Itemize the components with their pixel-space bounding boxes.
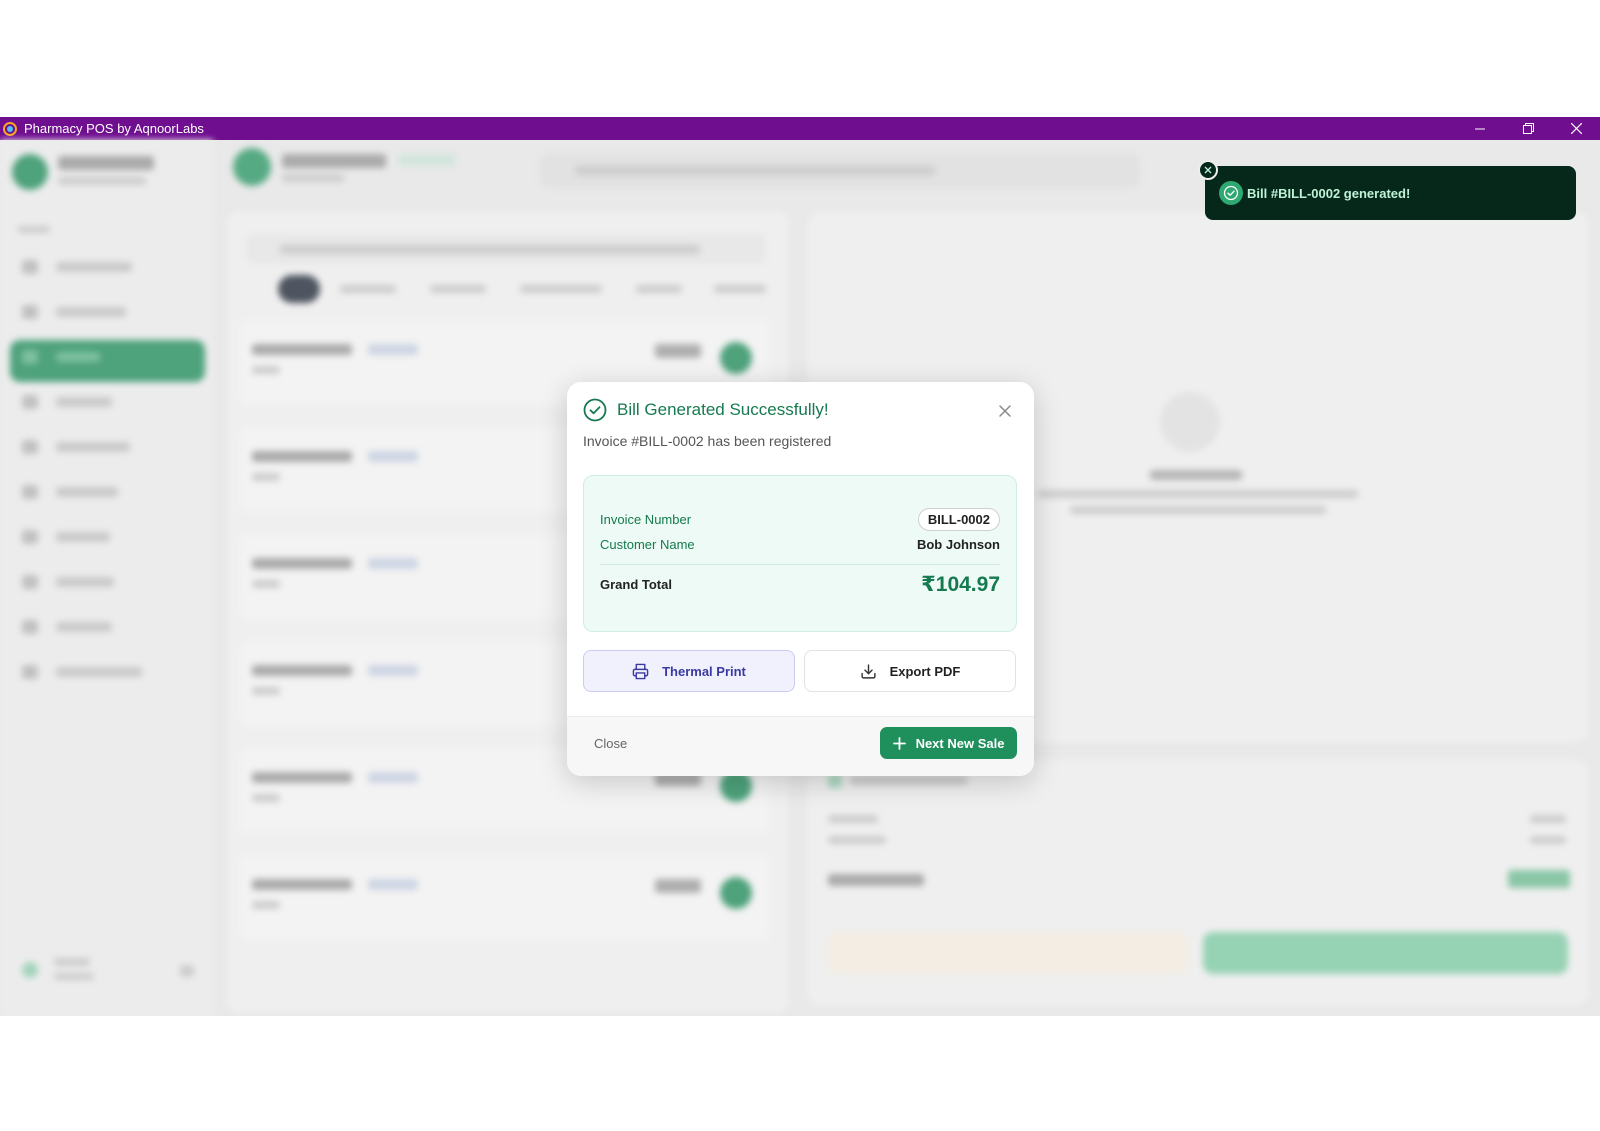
- export-pdf-label: Export PDF: [889, 663, 961, 679]
- title-bar: Pharmacy POS by AqnoorLabs: [0, 117, 1600, 140]
- export-pdf-button[interactable]: Export PDF: [804, 650, 1016, 692]
- app-logo-icon: [3, 121, 17, 136]
- minimize-icon: [1474, 128, 1485, 130]
- thermal-print-label: Thermal Print: [662, 663, 746, 679]
- grand-total-value: ₹104.97: [921, 573, 1000, 596]
- invoice-number-label: Invoice Number: [600, 512, 692, 527]
- plus-icon: [892, 736, 906, 750]
- success-icon: [1219, 181, 1243, 205]
- close-window-button[interactable]: [1552, 117, 1600, 140]
- grand-total-label: Grand Total: [600, 577, 672, 592]
- dialog-subtitle: Invoice #BILL-0002 has been registered: [583, 433, 832, 449]
- toast-message: Bill #BILL-0002 generated!: [1247, 185, 1411, 201]
- close-icon: [1570, 123, 1582, 134]
- divider: [600, 564, 1000, 565]
- close-icon: [1204, 166, 1212, 174]
- dialog-footer: Close Next New Sale: [567, 716, 1034, 776]
- minimize-button[interactable]: [1456, 117, 1504, 140]
- bill-success-dialog: Bill Generated Successfully! Invoice #BI…: [567, 382, 1034, 776]
- bill-summary: Invoice Number BILL-0002 Customer Name B…: [583, 475, 1017, 632]
- toast-close-button[interactable]: [1198, 160, 1218, 180]
- thermal-print-button[interactable]: Thermal Print: [583, 650, 795, 692]
- window-title: Pharmacy POS by AqnoorLabs: [24, 121, 204, 136]
- next-new-sale-label: Next New Sale: [915, 735, 1005, 751]
- close-button[interactable]: Close: [594, 736, 627, 751]
- toast-notification: Bill #BILL-0002 generated!: [1205, 166, 1576, 220]
- customer-name-label: Customer Name: [600, 537, 695, 552]
- restore-button[interactable]: [1504, 117, 1552, 140]
- customer-name-value: Bob Johnson: [916, 537, 1000, 552]
- app-window: Pharmacy POS by AqnoorLabs Bill Generate…: [0, 117, 1600, 1016]
- next-new-sale-button[interactable]: Next New Sale: [880, 727, 1017, 759]
- restore-icon: [1522, 123, 1534, 134]
- printer-icon: [632, 663, 649, 679]
- download-icon: [861, 663, 876, 679]
- dialog-title: Bill Generated Successfully!: [617, 400, 829, 419]
- invoice-number-badge: BILL-0002: [917, 508, 1000, 531]
- close-icon[interactable]: [996, 402, 1014, 420]
- check-circle-icon: [583, 398, 607, 422]
